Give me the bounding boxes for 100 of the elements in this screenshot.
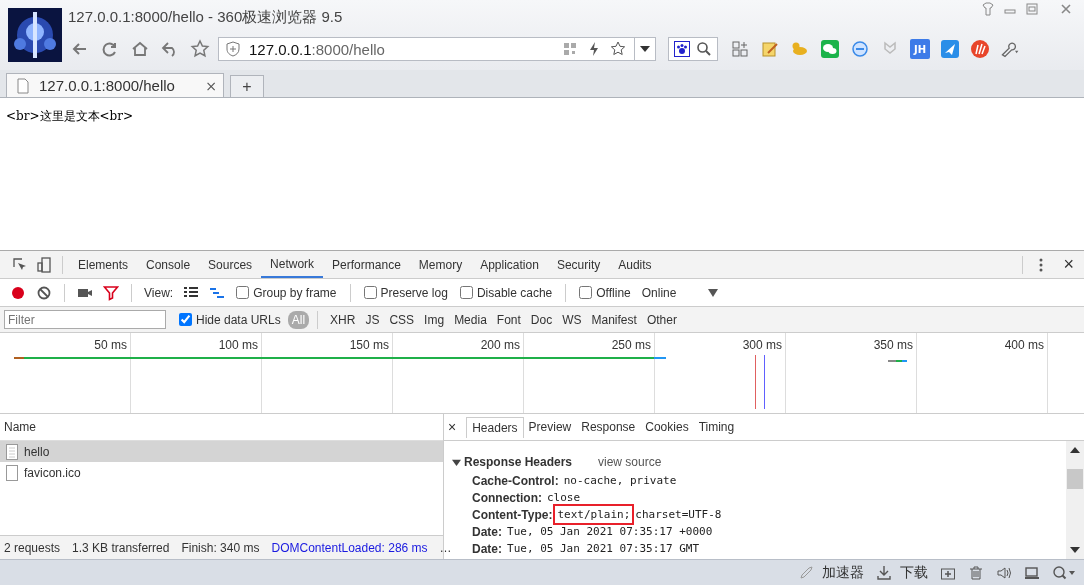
tab-close-button[interactable]: × (205, 77, 217, 94)
checkbox[interactable] (236, 286, 250, 299)
view-source-link[interactable]: view source (598, 455, 662, 469)
type-filter-button[interactable]: Media (450, 310, 491, 329)
summary-stat: Finish: 340 ms (181, 540, 260, 555)
paper-plane-icon[interactable] (940, 39, 960, 59)
record-icon[interactable] (10, 284, 26, 301)
type-filter-button[interactable]: Doc (526, 310, 557, 329)
speaker-icon[interactable] (996, 564, 1012, 581)
dropdown-arrow-icon[interactable] (708, 288, 719, 297)
status-bar-item[interactable]: 加速器 (822, 563, 864, 582)
header-name: Content-Type: (472, 507, 553, 522)
search-icon[interactable] (696, 41, 712, 57)
scroll-down-icon[interactable] (1070, 547, 1080, 553)
header-value: charset=UTF-8 (635, 508, 722, 521)
devtools-tab[interactable]: Performance (323, 251, 410, 278)
type-filter-button[interactable]: XHR (326, 310, 360, 329)
star-icon[interactable] (610, 41, 626, 57)
trash-icon[interactable] (968, 564, 984, 581)
devtools-tab[interactable]: Security (547, 251, 610, 278)
status-bar-item[interactable]: 下载 (900, 563, 928, 582)
browser-tab[interactable]: 127.0.0.1:8000/hello × (6, 73, 224, 97)
url-text: 127.0.0.1:8000/hello (249, 40, 386, 58)
devtools-tab[interactable]: Memory (409, 251, 472, 278)
shield-icon (225, 41, 241, 57)
detail-tab[interactable]: Response (576, 417, 641, 437)
option-label: Group by frame (253, 285, 337, 300)
view-label: View: (144, 285, 174, 300)
caret-icon (640, 46, 650, 52)
request-row[interactable]: hello (0, 441, 443, 462)
notepad-icon[interactable] (760, 39, 780, 59)
devtools-tab[interactable]: Sources (199, 251, 262, 278)
time-tick-label: 50 ms (94, 338, 127, 352)
devtools-tab[interactable]: Audits (609, 251, 661, 278)
dom-loaded-stat: DOMContentLoaded: 286 ms (271, 540, 428, 555)
throttling-select[interactable]: Online (641, 285, 677, 300)
minus-circle-icon[interactable] (850, 39, 870, 59)
type-filter-button[interactable]: Other (642, 310, 681, 329)
header-name: Date: (472, 541, 502, 556)
type-filter-button[interactable]: WS (558, 310, 586, 329)
time-tick-label: 350 ms (873, 338, 913, 352)
time-tick-label: 150 ms (349, 338, 389, 352)
option-label: Hide data URLs (196, 312, 281, 327)
scroll-up-icon[interactable] (1070, 447, 1080, 453)
header-value: no-cache, private (563, 474, 677, 487)
header-name: Cache-Control: (472, 473, 559, 488)
option-label: Disable cache (476, 285, 553, 300)
grid-plus-icon[interactable] (730, 39, 750, 59)
type-filter-button[interactable]: Font (492, 310, 525, 329)
chat-icon[interactable] (820, 39, 840, 59)
zoom-icon[interactable] (1052, 564, 1076, 581)
maximize-icon[interactable] (1024, 1, 1040, 17)
checkbox[interactable] (179, 313, 192, 326)
devtools-tab[interactable]: Application (471, 251, 548, 278)
checkbox[interactable] (363, 286, 377, 299)
collapse-triangle-icon[interactable] (452, 457, 461, 467)
star-icon[interactable] (190, 39, 210, 59)
time-tick-label: 250 ms (611, 338, 651, 352)
search-box[interactable] (668, 37, 718, 61)
filter-icon[interactable] (103, 284, 119, 301)
type-filter-button[interactable]: CSS (385, 310, 419, 329)
extension-button[interactable]: JH (910, 39, 930, 59)
time-tick-label: 200 ms (480, 338, 520, 352)
monitor-icon[interactable] (1024, 564, 1040, 581)
scroll-thumb[interactable] (1067, 469, 1083, 489)
option-label: Offline (596, 285, 631, 300)
filter-field[interactable]: Filter (4, 310, 166, 329)
document-icon (6, 443, 18, 460)
devtools-tab[interactable]: Network (261, 251, 324, 278)
download-icon[interactable] (876, 564, 892, 581)
browser-logo-icon (8, 8, 62, 62)
fan-icon[interactable] (970, 39, 990, 59)
detail-tab[interactable]: Preview (523, 417, 577, 437)
clear-icon[interactable] (36, 284, 52, 301)
header-name: Date: (472, 524, 502, 539)
address-bar[interactable]: 127.0.0.1:8000/hello (218, 37, 656, 61)
request-row[interactable]: favicon.ico (0, 462, 443, 483)
scrollbar[interactable] (1066, 441, 1084, 559)
page-text: <br>这里是文本<br> (6, 109, 134, 123)
window-title: 127.0.0.1:8000/hello - 360极速浏览器 9.5 (68, 7, 343, 27)
tab-title: 127.0.0.1:8000/hello (39, 77, 176, 94)
type-filter-button[interactable]: Img (420, 310, 449, 329)
paw-icon (674, 41, 690, 57)
detail-tab[interactable]: Timing (693, 417, 740, 437)
close-devtools-button[interactable]: × (1053, 254, 1084, 275)
qr-code-icon[interactable] (562, 41, 578, 57)
new-tab-button[interactable]: + (230, 75, 264, 97)
detail-tab[interactable]: Headers (466, 416, 524, 438)
devtools-tab[interactable]: Elements (69, 251, 138, 278)
file-icon (6, 464, 18, 481)
type-filter-button[interactable]: Manifest (587, 310, 641, 329)
checkbox[interactable] (579, 286, 593, 299)
home-icon[interactable] (130, 39, 150, 59)
checkbox[interactable] (459, 286, 473, 299)
devtools-tab[interactable]: Console (137, 251, 200, 278)
device-icon[interactable] (36, 256, 52, 273)
close-detail-button[interactable]: × (448, 419, 457, 435)
detail-tab[interactable]: Cookies (640, 417, 694, 437)
type-filter-button[interactable]: JS (361, 310, 384, 329)
header-value: close (547, 491, 581, 504)
